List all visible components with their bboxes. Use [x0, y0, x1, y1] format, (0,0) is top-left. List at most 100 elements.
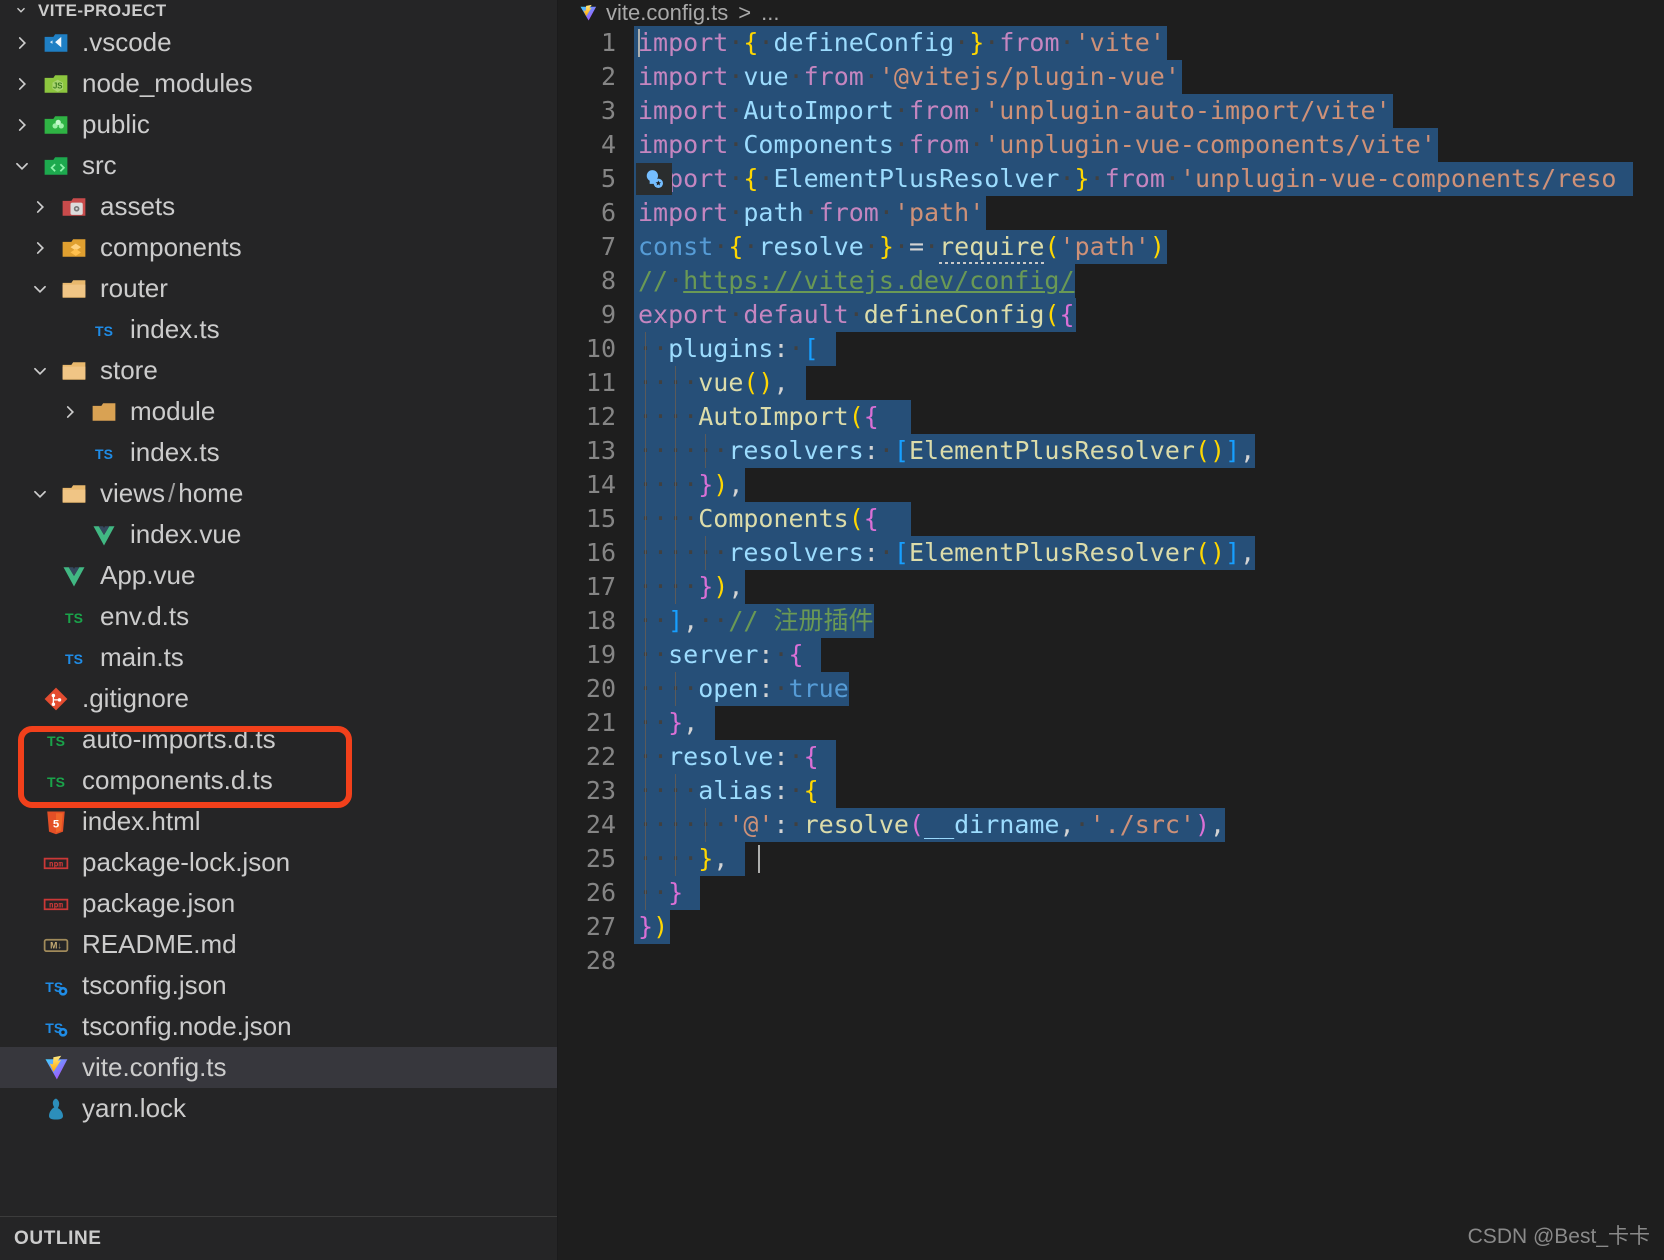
tree-item-tsconfig-json[interactable]: TS tsconfig.json	[0, 965, 557, 1006]
code-line-text[interactable]: ······resolvers:·[ElementPlusResolver()]…	[634, 434, 1256, 468]
code-line[interactable]: 26 ··}	[558, 876, 1664, 910]
tree-item-main-ts[interactable]: TS main.ts	[0, 637, 557, 678]
code-line-text[interactable]: ······resolvers:·[ElementPlusResolver()]…	[634, 536, 1256, 570]
chevron-right-icon[interactable]	[24, 239, 56, 257]
code-line[interactable]: 8 //·https://vitejs.dev/config/	[558, 264, 1664, 298]
code-line-text[interactable]: ··},	[634, 706, 716, 740]
breadcrumb[interactable]: vite.config.ts > ...	[558, 0, 1664, 26]
chevron-right-icon[interactable]	[54, 403, 86, 421]
chevron-right-icon[interactable]	[6, 34, 38, 52]
code-line-text[interactable]: ······'@':·resolve(__dirname,·'./src'),	[634, 808, 1226, 842]
chevron-right-icon[interactable]	[24, 198, 56, 216]
code-line[interactable]: 27})	[558, 910, 1664, 944]
chevron-right-icon[interactable]	[6, 75, 38, 93]
code-line[interactable]: 6 import·path·from·'path'	[558, 196, 1664, 230]
code-line[interactable]: 13 ······resolvers:·[ElementPlusResolver(…	[558, 434, 1664, 468]
tree-item-readme-md[interactable]: M↓ README.md	[0, 924, 557, 965]
code-line-text[interactable]: ····},	[634, 842, 746, 876]
tree-item-store[interactable]: store	[0, 350, 557, 391]
tree-item-vite-config-ts[interactable]: vite.config.ts	[0, 1047, 557, 1088]
code-line[interactable]: 25 ····},	[558, 842, 1664, 876]
code-line[interactable]: 3 import·AutoImport·from·'unplugin-auto-i…	[558, 94, 1664, 128]
outline-section-header[interactable]: OUTLINE	[0, 1216, 557, 1260]
tree-item-index-ts[interactable]: TS index.ts	[0, 309, 557, 350]
tree-item-router[interactable]: router	[0, 268, 557, 309]
file-tree[interactable]: .vscode JS node_modules public src assets comp…	[0, 22, 557, 1216]
tree-item-index-vue[interactable]: index.vue	[0, 514, 557, 555]
code-line[interactable]: 20 ····open:·true	[558, 672, 1664, 706]
chevron-down-icon[interactable]	[24, 362, 56, 380]
code-line-text[interactable]: ··resolve:·{	[634, 740, 836, 774]
chevron-down-icon[interactable]	[14, 1, 28, 21]
code-line-text[interactable]: import·AutoImport·from·'unplugin-auto-im…	[634, 94, 1393, 128]
code-line[interactable]: 10 ··plugins:·[	[558, 332, 1664, 366]
code-line[interactable]: 24 ······'@':·resolve(__dirname,·'./src')…	[558, 808, 1664, 842]
code-line-text[interactable]: ····alias:·{	[634, 774, 836, 808]
code-line[interactable]: 22 ··resolve:·{	[558, 740, 1664, 774]
tree-item-src[interactable]: src	[0, 145, 557, 186]
tree-item-public[interactable]: public	[0, 104, 557, 145]
code-line-text[interactable]: import·Components·from·'unplugin-vue-com…	[634, 128, 1438, 162]
code-line[interactable]: 4 import·Components·from·'unplugin-vue-co…	[558, 128, 1664, 162]
tree-item-components[interactable]: components	[0, 227, 557, 268]
code-line[interactable]: 21 ··},	[558, 706, 1664, 740]
chevron-down-icon[interactable]	[6, 157, 38, 175]
code-line[interactable]: 19 ··server:·{	[558, 638, 1664, 672]
code-line[interactable]: 16 ······resolvers:·[ElementPlusResolver(…	[558, 536, 1664, 570]
tree-item-module[interactable]: module	[0, 391, 557, 432]
code-content[interactable]: 1 import·{·defineConfig·}·from·'vite' 2 imp…	[558, 26, 1664, 978]
tree-item-assets[interactable]: assets	[0, 186, 557, 227]
breadcrumb-rest[interactable]: ...	[761, 0, 779, 26]
tree-item-auto-imports-d-ts[interactable]: TS auto-imports.d.ts	[0, 719, 557, 760]
tree-item-env-d-ts[interactable]: TS env.d.ts	[0, 596, 557, 637]
code-line-text[interactable]: import·{·ElementPlusResolver·}·from·'unp…	[634, 162, 1634, 196]
chevron-right-icon[interactable]	[6, 116, 38, 134]
code-line[interactable]: 9 export·default·defineConfig({	[558, 298, 1664, 332]
code-line-text[interactable]: ····}),	[634, 570, 746, 604]
tree-item-index-html[interactable]: 5 index.html	[0, 801, 557, 842]
tree-item-vscode[interactable]: .vscode	[0, 22, 557, 63]
tree-item-index-ts[interactable]: TS index.ts	[0, 432, 557, 473]
code-line-text[interactable]: ··plugins:·[	[634, 332, 836, 366]
tree-item-package-lock-json[interactable]: npm package-lock.json	[0, 842, 557, 883]
indent-guide	[644, 638, 646, 672]
code-line-text[interactable]: import·{·defineConfig·}·from·'vite'	[634, 26, 1167, 60]
code-line-text[interactable]: //·https://vitejs.dev/config/	[634, 264, 1075, 298]
code-line[interactable]: 14 ····}),	[558, 468, 1664, 502]
code-line[interactable]: 12 ····AutoImport({	[558, 400, 1664, 434]
tree-item-app-vue[interactable]: App.vue	[0, 555, 557, 596]
tree-item-yarn-lock[interactable]: yarn.lock	[0, 1088, 557, 1129]
breadcrumb-file[interactable]: vite.config.ts	[606, 0, 728, 26]
code-line[interactable]: 11 ····vue(),	[558, 366, 1664, 400]
chevron-down-icon[interactable]	[24, 280, 56, 298]
code-line-text[interactable]: import·vue·from·'@vitejs/plugin-vue'	[634, 60, 1182, 94]
code-line-text[interactable]: import·path·from·'path'	[634, 196, 987, 230]
tree-item-gitignore[interactable]: .gitignore	[0, 678, 557, 719]
explorer-root-header[interactable]: VITE-PROJECT	[0, 0, 557, 22]
tree-item-components-d-ts[interactable]: TS components.d.ts	[0, 760, 557, 801]
lightbulb-code-action-icon[interactable]	[636, 163, 672, 195]
code-line-text[interactable]: ····open:·true	[634, 672, 849, 706]
code-line-text[interactable]: })	[634, 910, 671, 944]
tree-item-tsconfig-node-json[interactable]: TS tsconfig.node.json	[0, 1006, 557, 1047]
code-line-text[interactable]: ····vue(),	[634, 366, 806, 400]
code-line-text[interactable]: ··],··// 注册插件	[634, 604, 874, 638]
tree-item-node-modules[interactable]: JS node_modules	[0, 63, 557, 104]
tree-item-views[interactable]: views / home	[0, 473, 557, 514]
code-line-text[interactable]: const·{·resolve·}·=·require('path')	[634, 230, 1167, 265]
code-line[interactable]: 1 import·{·defineConfig·}·from·'vite'	[558, 26, 1664, 60]
code-line[interactable]: 15 ····Components({	[558, 502, 1664, 536]
code-line[interactable]: 2 import·vue·from·'@vitejs/plugin-vue'	[558, 60, 1664, 94]
code-line[interactable]: 18 ··],··// 注册插件	[558, 604, 1664, 638]
tree-item-package-json[interactable]: npm package.json	[0, 883, 557, 924]
code-line[interactable]: 28	[558, 944, 1664, 978]
code-line[interactable]: 17 ····}),	[558, 570, 1664, 604]
code-line-text[interactable]: export·default·defineConfig({	[634, 298, 1077, 332]
chevron-down-icon[interactable]	[24, 485, 56, 503]
code-line-text[interactable]: ··server:·{	[634, 638, 821, 672]
code-line[interactable]: 5 import·{·ElementPlusResolver·}·from·'un…	[558, 162, 1664, 196]
svg-text:5: 5	[53, 818, 59, 830]
code-line[interactable]: 7 const·{·resolve·}·=·require('path')	[558, 230, 1664, 265]
code-line-text[interactable]: ····}),	[634, 468, 746, 502]
code-line[interactable]: 23 ····alias:·{	[558, 774, 1664, 808]
